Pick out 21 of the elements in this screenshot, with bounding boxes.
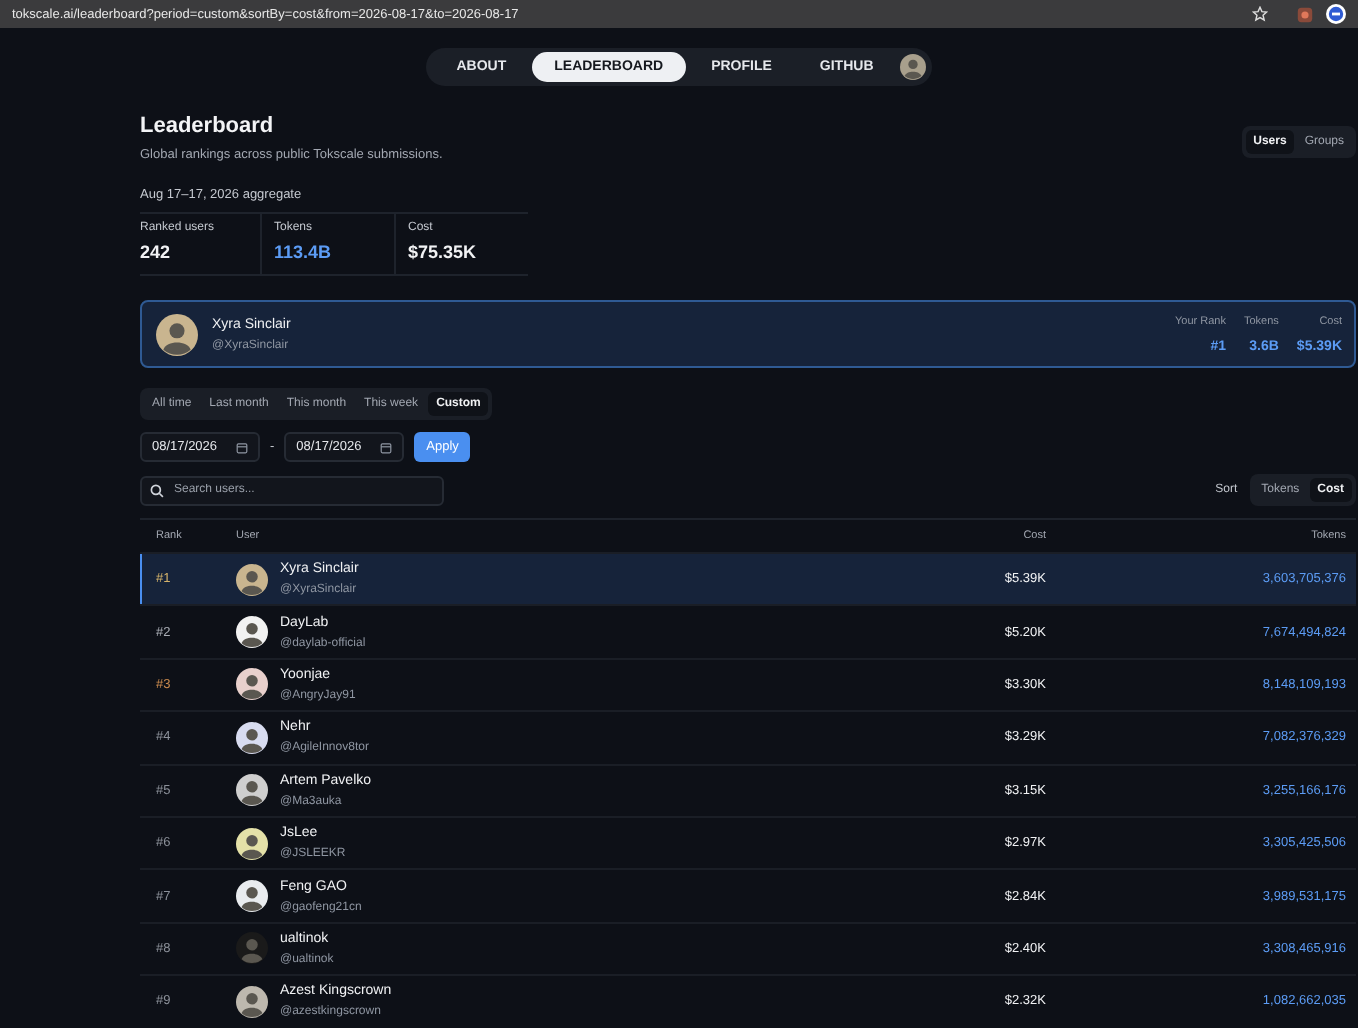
avatar-icon	[236, 721, 268, 754]
avatar-icon	[236, 616, 268, 649]
profile-icon[interactable]	[1326, 4, 1346, 24]
calendar-icon	[236, 441, 248, 453]
avatar-icon	[236, 668, 268, 701]
extension-icon[interactable]	[1296, 5, 1314, 23]
avatar-icon	[236, 932, 268, 965]
stat-value: 113.4B	[274, 242, 334, 262]
calendar-icon	[380, 441, 393, 453]
avatar-icon[interactable]	[899, 54, 926, 80]
avatar-icon	[236, 563, 268, 596]
avatar-icon	[236, 774, 268, 807]
stat-value: 242	[140, 242, 173, 262]
avatar-icon	[236, 985, 268, 1018]
page-title: Leaderboard	[140, 114, 276, 138]
star-icon[interactable]	[1252, 6, 1268, 22]
avatar-icon	[156, 313, 198, 355]
avatar-icon	[236, 827, 268, 860]
stat-value: $75.35K	[408, 242, 479, 262]
search-icon	[150, 483, 164, 497]
avatar-icon	[236, 880, 268, 913]
